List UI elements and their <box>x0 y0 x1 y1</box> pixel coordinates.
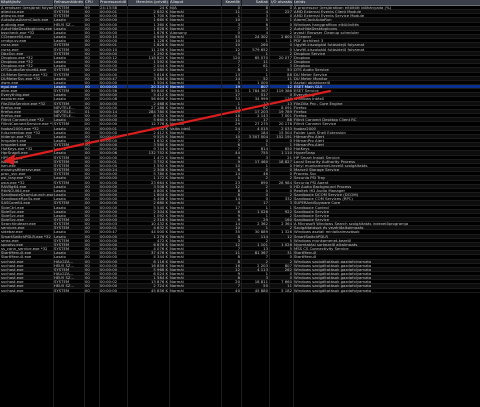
cell-cpu: 00 <box>85 288 90 293</box>
column-divider[interactable] <box>269 0 270 407</box>
column-divider[interactable] <box>84 0 85 407</box>
cell-io-reads: 5 182 <box>281 288 292 293</box>
column-header-image-name[interactable]: Képfájlnév <box>1 0 53 4</box>
column-divider[interactable] <box>99 0 100 407</box>
column-divider[interactable] <box>241 0 242 407</box>
column-header-handles[interactable]: Kezelők <box>222 0 240 4</box>
cell-threads: 45 880 <box>254 288 268 293</box>
cell-image-name: svchost.exe <box>1 288 24 293</box>
column-divider[interactable] <box>169 0 170 407</box>
cell-user: SYSTEM <box>54 288 70 293</box>
column-header-priority[interactable]: Állapot <box>170 0 220 4</box>
cell-priority: Normál <box>170 288 184 293</box>
cell-memory: 45 856 K <box>151 288 168 293</box>
column-header-cpu-time[interactable]: Processzoridő <box>100 0 126 4</box>
column-divider[interactable] <box>221 0 222 407</box>
cell-handles: 40 <box>235 288 240 293</box>
column-header-threads[interactable]: Szálak <box>242 0 268 4</box>
column-header-cpu[interactable]: CPU <box>85 0 99 4</box>
process-rows: A rendszer üresjárati folyamataSYSTEM992… <box>0 6 480 293</box>
cell-cpu-time: 00:00:00 <box>100 288 118 293</box>
column-divider[interactable] <box>293 0 294 407</box>
column-divider[interactable] <box>53 0 54 407</box>
column-divider[interactable] <box>127 0 128 407</box>
column-header-io-reads[interactable]: I/O olvasás <box>270 0 292 4</box>
cell-description: Windows szolgáltatások gazdafolyamata <box>294 288 372 293</box>
process-list: Képfájlnév Felhasználónév CPU Processzor… <box>0 0 480 293</box>
column-header-description[interactable]: Leírás <box>294 0 480 4</box>
column-header-memory[interactable]: Memória (privát) <box>128 0 168 4</box>
column-header-user[interactable]: Felhasználónév <box>54 0 84 4</box>
table-row[interactable]: svchost.exe SYSTEM 00 00:00:00 45 856 K Normá… <box>0 289 480 293</box>
